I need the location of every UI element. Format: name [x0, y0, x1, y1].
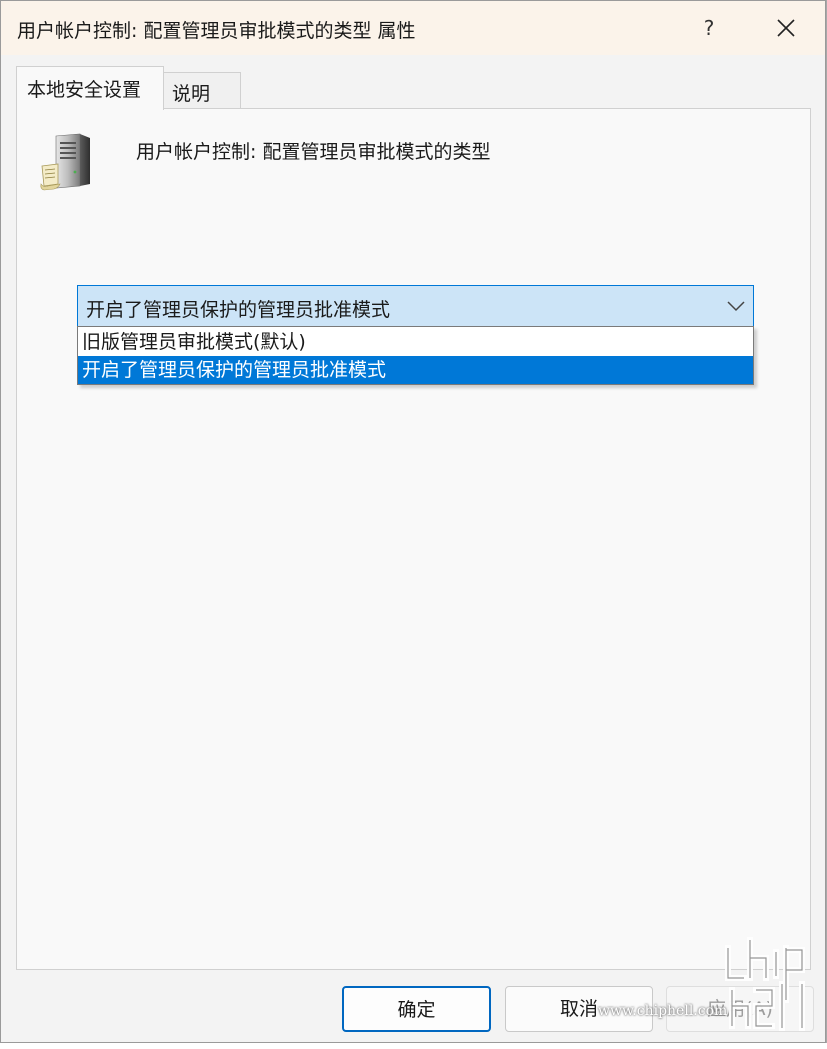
dropdown-option-legacy[interactable]: 旧版管理员审批模式(默认)	[78, 328, 753, 356]
watermark-text: www.chiphell.com	[598, 1003, 728, 1019]
chiphell-logo	[725, 937, 805, 1031]
dropdown-option-admin-protection[interactable]: 开启了管理员保护的管理员批准模式	[78, 356, 753, 384]
help-button[interactable]: ?	[687, 9, 731, 47]
tab-local-security-setting[interactable]: 本地安全设置	[16, 66, 164, 110]
close-icon	[777, 19, 795, 37]
approval-mode-combobox[interactable]: 开启了管理员保护的管理员批准模式	[77, 285, 754, 327]
combobox-selected-value: 开启了管理员保护的管理员批准模式	[86, 299, 391, 321]
tab-explain[interactable]: 说明	[163, 72, 241, 109]
policy-title: 用户帐户控制: 配置管理员审批模式的类型	[136, 141, 491, 163]
close-button[interactable]	[763, 9, 809, 47]
title-bar[interactable]: 用户帐户控制: 配置管理员审批模式的类型 属性 ?	[1, 1, 825, 55]
chevron-down-icon[interactable]	[725, 295, 747, 317]
combobox-dropdown-list: 旧版管理员审批模式(默认) 开启了管理员保护的管理员批准模式	[77, 326, 754, 385]
tab-panel	[16, 108, 811, 970]
server-policy-icon	[40, 133, 90, 191]
background-window-bottom	[0, 1043, 827, 1049]
ok-button[interactable]: 确定	[342, 986, 491, 1032]
window-title: 用户帐户控制: 配置管理员审批模式的类型 属性	[17, 20, 416, 42]
